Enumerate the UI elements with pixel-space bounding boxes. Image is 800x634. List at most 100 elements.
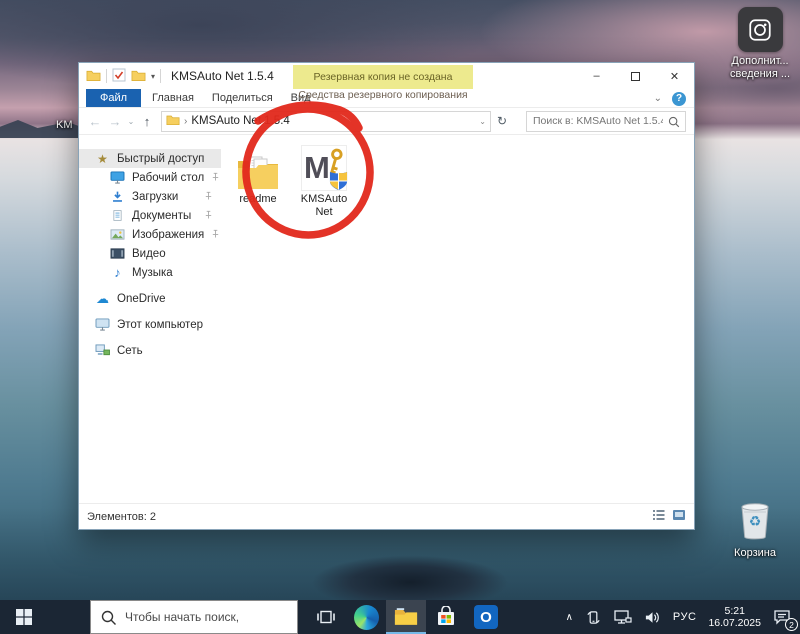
address-bar[interactable]: › KMSAuto Net 1.5.4 ⌄ xyxy=(161,111,491,132)
tray-phone-icon[interactable] xyxy=(580,600,607,634)
minimize-button[interactable]: – xyxy=(577,63,616,89)
computer-icon xyxy=(95,318,110,331)
tab-backup-tools[interactable]: Средства резервного копирования xyxy=(293,89,473,101)
maximize-icon xyxy=(631,72,640,81)
taskbar-clock[interactable]: 5:21 16.07.2025 xyxy=(703,600,766,634)
large-icons-view-icon[interactable] xyxy=(672,509,686,524)
backup-notification-banner: Резервная копия не создана xyxy=(293,65,473,89)
back-button[interactable]: ← xyxy=(85,114,105,129)
edge-icon xyxy=(354,605,379,630)
file-kmsauto-net[interactable]: M KM xyxy=(293,143,355,219)
shortcut-label: Дополнит... xyxy=(731,55,788,68)
tab-home[interactable]: Главная xyxy=(143,89,203,107)
pin-icon xyxy=(204,210,213,222)
folder-icon xyxy=(166,114,180,128)
sidebar-item-music[interactable]: ♪ Музыка xyxy=(79,263,221,282)
ribbon-tabs: Файл Главная Поделиться Вид Средства рез… xyxy=(79,89,694,108)
language-indicator[interactable]: РУС xyxy=(668,600,702,634)
qat-new-folder-icon[interactable] xyxy=(131,69,146,84)
maximize-button[interactable] xyxy=(616,63,655,89)
pictures-icon xyxy=(110,228,125,241)
documents-icon xyxy=(110,209,125,222)
quick-access-toolbar: ▾ xyxy=(79,68,161,85)
window-titlebar: ▾ KMSAuto Net 1.5.4 Резервная копия не с… xyxy=(79,63,694,89)
desktop-shortcut-info[interactable]: Дополнит... сведения ... xyxy=(722,7,798,81)
sidebar-item-onedrive[interactable]: ☁ OneDrive xyxy=(79,289,221,308)
volume-tray-icon[interactable] xyxy=(639,600,666,634)
navigation-pane: ★ Быстрый доступ Рабочий стол xyxy=(79,137,221,503)
uac-shield-icon xyxy=(329,170,348,191)
close-button[interactable]: ✕ xyxy=(655,63,694,89)
file-readme[interactable]: readme xyxy=(227,143,289,206)
outlook-taskbar-button[interactable]: O xyxy=(466,600,506,634)
help-icon[interactable]: ? xyxy=(672,92,686,106)
taskbar: O ∧ РУС 5:21 16.07.2025 2 xyxy=(0,600,800,634)
sidebar-item-videos[interactable]: Видео xyxy=(79,244,221,263)
forward-button[interactable]: → xyxy=(105,114,125,129)
file-list: readme M xyxy=(221,137,694,503)
action-center-button[interactable]: 2 xyxy=(768,600,796,634)
up-button[interactable]: ↑ xyxy=(137,114,157,129)
taskbar-search-input[interactable] xyxy=(91,601,297,633)
explorer-window: ▾ KMSAuto Net 1.5.4 Резервная копия не с… xyxy=(78,62,695,530)
refresh-icon[interactable]: ↻ xyxy=(491,114,513,128)
sidebar-item-network[interactable]: Сеть xyxy=(79,341,221,360)
pin-icon xyxy=(204,191,213,203)
status-bar: Элементов: 2 xyxy=(79,503,694,529)
recycle-bin-icon: ♻ xyxy=(737,500,773,547)
kmsauto-app-icon: M xyxy=(301,143,347,191)
desktop-shortcut-partial-label[interactable]: KM xyxy=(56,119,73,132)
sidebar-item-pictures[interactable]: Изображения xyxy=(79,225,221,244)
address-bar-row: ← → ⌄ ↑ › KMSAuto Net 1.5.4 ⌄ ↻ xyxy=(79,108,694,135)
readme-folder-icon xyxy=(236,143,280,191)
desktop-icon xyxy=(110,171,125,184)
task-view-icon xyxy=(317,609,335,625)
videos-icon xyxy=(110,247,125,260)
explorer-search-input[interactable] xyxy=(527,112,685,131)
qat-properties-icon[interactable] xyxy=(112,68,126,85)
tab-share[interactable]: Поделиться xyxy=(203,89,282,107)
separator xyxy=(106,69,107,83)
sidebar-item-this-pc[interactable]: Этот компьютер xyxy=(79,315,221,334)
sidebar-item-downloads[interactable]: Загрузки xyxy=(79,187,221,206)
address-dropdown-icon[interactable]: ⌄ xyxy=(479,117,486,126)
network-icon xyxy=(95,344,110,357)
explorer-search[interactable] xyxy=(526,111,686,132)
details-view-icon[interactable] xyxy=(652,509,666,524)
outlook-icon: O xyxy=(474,605,498,629)
items-count: Элементов: 2 xyxy=(87,511,156,523)
breadcrumb-path[interactable]: KMSAuto Net 1.5.4 xyxy=(191,115,289,127)
explorer-body: ★ Быстрый доступ Рабочий стол xyxy=(79,137,694,503)
explorer-app-icon xyxy=(86,69,101,84)
clock-time: 5:21 xyxy=(725,605,745,617)
network-tray-icon[interactable] xyxy=(609,600,637,634)
onedrive-cloud-icon: ☁ xyxy=(95,291,110,307)
task-view-button[interactable] xyxy=(306,600,346,634)
edge-taskbar-button[interactable] xyxy=(346,600,386,634)
notification-badge: 2 xyxy=(785,618,798,631)
system-tray: ∧ РУС 5:21 16.07.2025 2 xyxy=(561,600,800,634)
window-caption-buttons: – ✕ xyxy=(577,63,694,89)
sidebar-item-documents[interactable]: Документы xyxy=(79,206,221,225)
store-taskbar-button[interactable] xyxy=(426,600,466,634)
tray-overflow-chevron-icon[interactable]: ∧ xyxy=(561,600,578,634)
explorer-taskbar-button[interactable] xyxy=(386,600,426,634)
tab-file[interactable]: Файл xyxy=(86,89,141,107)
shortcut-label: сведения ... xyxy=(730,68,790,81)
sidebar-item-quick-access[interactable]: ★ Быстрый доступ xyxy=(79,149,221,168)
ribbon-collapse-icon[interactable]: ⌄ xyxy=(654,93,662,104)
recycle-bin-shortcut[interactable]: ♻ Корзина xyxy=(722,500,788,560)
recent-locations-chevron-icon[interactable]: ⌄ xyxy=(125,117,137,126)
image-placeholder-icon xyxy=(738,7,783,52)
taskbar-search[interactable] xyxy=(90,600,298,634)
window-title: KMSAuto Net 1.5.4 xyxy=(171,69,274,83)
sidebar-item-desktop[interactable]: Рабочий стол xyxy=(79,168,221,187)
desktop-screen: Дополнит... сведения ... KM ♻ Корзина xyxy=(0,0,800,634)
music-note-icon: ♪ xyxy=(110,265,125,280)
star-icon: ★ xyxy=(95,152,110,166)
start-button[interactable] xyxy=(0,600,48,634)
qat-customize-dropdown-icon[interactable]: ▾ xyxy=(151,72,155,81)
windows-logo-icon xyxy=(16,609,32,625)
file-label: readme xyxy=(228,193,288,206)
breadcrumb-chevron-icon: › xyxy=(184,116,187,127)
